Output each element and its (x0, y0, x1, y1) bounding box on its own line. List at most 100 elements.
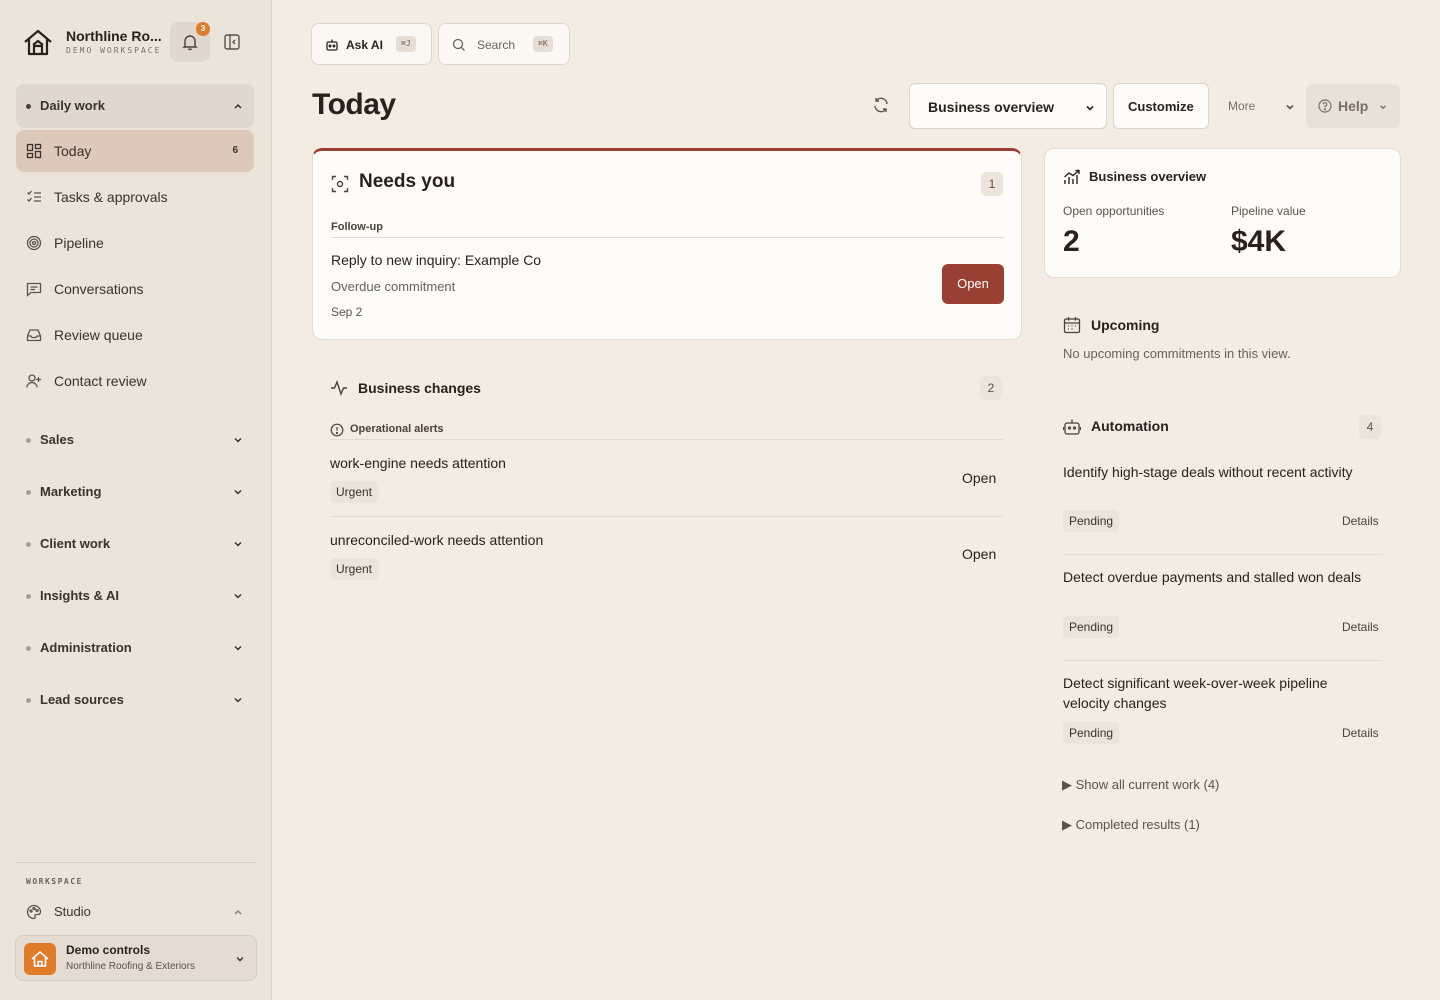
upcoming-empty-text: No upcoming commitments in this view. (1063, 346, 1291, 361)
robot-icon (1063, 418, 1081, 436)
automation-count: 4 (1359, 415, 1381, 439)
open-alert-link[interactable]: Open (962, 546, 996, 562)
sidebar-item-pipeline[interactable]: Pipeline (16, 222, 254, 264)
house-brand-icon (24, 943, 56, 975)
group-insights-ai[interactable]: Insights & AI (16, 574, 254, 618)
chevron-down-icon (232, 538, 244, 550)
workspace-subtitle: DEMO WORKSPACE (66, 46, 162, 55)
metric-label: Open opportunities (1063, 204, 1165, 218)
refresh-icon[interactable] (872, 96, 892, 116)
demo-controls-subtitle: Northline Roofing & Exteriors (66, 961, 195, 972)
completed-results-toggle[interactable]: ▶ Completed results (1) (1062, 817, 1200, 833)
search-button[interactable]: Search ⌘K (438, 23, 570, 65)
follow-up-label: Follow-up (331, 221, 383, 233)
automation-details-link[interactable]: Details (1342, 726, 1379, 740)
sidebar-item-label: Contact review (54, 373, 147, 389)
status-badge: Pending (1063, 616, 1120, 638)
automation-item-title: Detect significant week-over-week pipeli… (1063, 675, 1328, 711)
chevron-down-icon (1378, 102, 1388, 112)
group-label: Administration (40, 640, 132, 655)
chevron-down-icon (232, 642, 244, 654)
automation-item-title: Detect overdue payments and stalled won … (1063, 569, 1362, 585)
group-dot-icon (26, 646, 31, 651)
automation-item-title: Identify high-stage deals without recent… (1063, 464, 1353, 480)
chevron-down-icon (232, 434, 244, 446)
chevron-down-icon (232, 590, 244, 602)
status-badge: Pending (1063, 510, 1120, 532)
demo-controls-button[interactable]: Demo controls Northline Roofing & Exteri… (15, 935, 257, 981)
business-overview-card: Business overview Open opportunities 2 P… (1044, 148, 1401, 278)
business-overview-title: Business overview (1089, 169, 1207, 184)
chevron-down-icon (232, 486, 244, 498)
row-divider (1063, 660, 1382, 661)
chevron-down-icon (1284, 101, 1296, 113)
sidebar-item-today[interactable]: Today 6 (16, 130, 254, 172)
collapse-sidebar-icon[interactable] (222, 32, 244, 54)
ask-ai-button[interactable]: Ask AI ⌘J (311, 23, 432, 65)
demo-controls-title: Demo controls (66, 943, 151, 957)
group-lead-sources[interactable]: Lead sources (16, 678, 254, 722)
today-count-badge: 6 (232, 145, 238, 156)
group-label: Marketing (40, 484, 102, 499)
automation-details-link[interactable]: Details (1342, 514, 1379, 528)
shortcut-hint: ⌘K (533, 36, 553, 52)
activity-pulse-icon (330, 379, 348, 397)
alert-title: work-engine needs attention (330, 455, 506, 471)
group-administration[interactable]: Administration (16, 626, 254, 670)
group-dot-icon (26, 104, 31, 109)
urgency-tag: Urgent (330, 558, 379, 580)
group-dot-icon (26, 438, 31, 443)
sidebar-item-review-queue[interactable]: Review queue (16, 314, 254, 356)
help-circle-icon (1318, 99, 1332, 113)
group-label: Insights & AI (40, 588, 119, 603)
sidebar-item-label: Pipeline (54, 235, 104, 251)
sidebar-item-tasks[interactable]: Tasks & approvals (16, 176, 254, 218)
group-label: Client work (40, 536, 111, 551)
view-select[interactable]: Business overview (909, 83, 1107, 129)
inbox-icon (26, 327, 42, 343)
more-label: More (1228, 99, 1256, 113)
calendar-icon (1063, 316, 1081, 334)
sidebar-item-label: Tasks & approvals (54, 189, 168, 205)
show-all-work-toggle[interactable]: ▶ Show all current work (4) (1062, 777, 1219, 793)
needs-you-card: Needs you 1 Follow-up Reply to new inqui… (312, 148, 1022, 340)
house-logo-icon (22, 26, 54, 58)
ask-ai-label: Ask AI (346, 38, 383, 52)
group-dot-icon (26, 542, 31, 547)
group-label: Lead sources (40, 692, 124, 707)
group-client-work[interactable]: Client work (16, 522, 254, 566)
customize-button[interactable]: Customize (1113, 83, 1209, 129)
shortcut-hint: ⌘J (396, 36, 416, 52)
group-dot-icon (26, 490, 31, 495)
metric-label: Pipeline value (1231, 204, 1306, 218)
more-menu-button[interactable]: More (1220, 96, 1298, 118)
group-daily-work[interactable]: Daily work (16, 84, 254, 128)
automation-details-link[interactable]: Details (1342, 620, 1379, 634)
business-changes-title: Business changes (358, 380, 481, 396)
chevron-up-icon (232, 100, 244, 112)
sidebar-item-label: Conversations (54, 281, 144, 297)
group-label: Sales (40, 432, 74, 447)
needs-you-count: 1 (981, 172, 1003, 196)
open-inquiry-button[interactable]: Open (942, 264, 1004, 304)
chevron-up-icon (232, 906, 244, 918)
workspace-name: Northline Ro... (66, 28, 162, 44)
help-button[interactable]: Help (1306, 84, 1400, 128)
notification-count-badge: 3 (196, 22, 210, 36)
urgency-tag: Urgent (330, 481, 379, 503)
sidebar-item-studio[interactable]: Studio (16, 896, 254, 928)
open-alert-link[interactable]: Open (962, 470, 996, 486)
status-badge: Pending (1063, 722, 1120, 744)
needs-item-date: Sep 2 (331, 305, 363, 319)
group-sales[interactable]: Sales (16, 418, 254, 462)
help-label: Help (1338, 98, 1369, 114)
workspace-section-label: WORKSPACE (26, 877, 83, 886)
group-label: Daily work (40, 98, 106, 113)
row-divider (330, 516, 1003, 517)
sidebar-item-conversations[interactable]: Conversations (16, 268, 254, 310)
business-changes-count: 2 (980, 376, 1002, 400)
group-dot-icon (26, 594, 31, 599)
group-marketing[interactable]: Marketing (16, 470, 254, 514)
sidebar-item-contact-review[interactable]: Contact review (16, 360, 254, 402)
palette-icon (26, 904, 42, 920)
